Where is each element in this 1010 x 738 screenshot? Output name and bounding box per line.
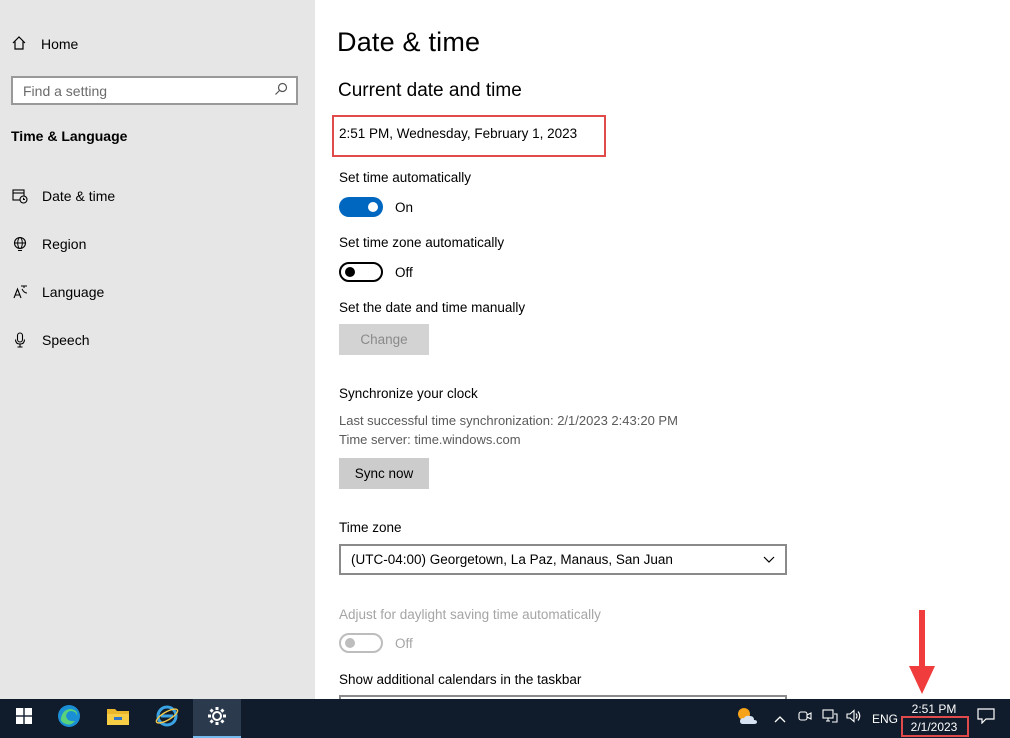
sync-now-button[interactable]: Sync now [339, 458, 429, 489]
set-time-auto-state: On [395, 199, 414, 215]
sidebar-item-date-time[interactable]: Date & time [11, 184, 301, 232]
dst-label: Adjust for daylight saving time automati… [339, 607, 601, 622]
sidebar-item-label: Speech [42, 332, 90, 348]
sidebar-item-label: Region [42, 236, 87, 252]
internet-explorer-button[interactable] [143, 699, 191, 738]
microphone-icon [11, 332, 28, 349]
network-tray[interactable] [822, 699, 838, 738]
weather-tray-button[interactable] [735, 699, 759, 738]
timezone-dropdown[interactable]: (UTC-04:00) Georgetown, La Paz, Manaus, … [339, 544, 787, 575]
file-explorer-icon [106, 706, 130, 731]
set-zone-auto-row: Off [339, 262, 413, 282]
language-indicator[interactable]: ENG [872, 699, 898, 738]
settings-gear-icon [207, 706, 227, 731]
show-hidden-icons[interactable] [774, 699, 786, 738]
meet-now-tray[interactable] [798, 699, 812, 738]
chevron-down-icon [763, 552, 775, 567]
internet-explorer-icon [155, 704, 179, 733]
section-subtitle: Current date and time [338, 80, 522, 101]
page-title: Date & time [337, 27, 481, 57]
camera-icon [798, 709, 812, 728]
change-button[interactable]: Change [339, 324, 429, 355]
file-explorer-button[interactable] [94, 699, 142, 738]
windows-start-icon [16, 708, 32, 729]
action-center-button[interactable] [977, 699, 995, 738]
language-icon [11, 284, 28, 301]
edge-button[interactable] [45, 699, 93, 738]
manual-datetime-label: Set the date and time manually [339, 300, 526, 315]
dst-state: Off [395, 635, 413, 651]
sidebar-item-label: Language [42, 284, 105, 300]
search-icon [274, 82, 288, 99]
search-placeholder: Find a setting [23, 82, 108, 99]
volume-tray[interactable] [846, 699, 862, 738]
edge-icon [57, 704, 81, 733]
sidebar-item-speech[interactable]: Speech [11, 328, 301, 376]
sidebar-item-label: Date & time [42, 188, 116, 204]
calendars-label: Show additional calendars in the taskbar [339, 672, 582, 687]
set-time-auto-label: Set time automatically [339, 170, 472, 185]
home-label: Home [41, 36, 79, 52]
calendar-clock-icon [11, 188, 28, 205]
chevron-up-icon [774, 710, 786, 728]
last-sync-text: Last successful time synchronization: 2/… [339, 413, 678, 428]
start-button[interactable] [0, 699, 48, 738]
taskbar: ENG 2:51 PM 2/1/2023 [0, 699, 1010, 738]
sidebar-item-language[interactable]: Language [11, 280, 301, 328]
set-time-auto-row: On [339, 197, 413, 217]
time-server-text: Time server: time.windows.com [339, 432, 521, 447]
red-arrow-annotation [909, 610, 935, 694]
dst-row: Off [339, 633, 413, 653]
taskbar-time: 2:51 PM [911, 702, 957, 716]
dst-toggle[interactable] [339, 633, 383, 653]
highlight-taskbar-date [901, 716, 969, 737]
set-zone-auto-state: Off [395, 264, 413, 280]
settings-sidebar: Home Find a setting Time & Language Date… [0, 0, 315, 699]
sidebar-item-region[interactable]: Region [11, 232, 301, 280]
weather-icon [735, 706, 759, 731]
home-icon [11, 35, 27, 54]
set-zone-auto-toggle[interactable] [339, 262, 383, 282]
set-time-auto-toggle[interactable] [339, 197, 383, 217]
sync-heading: Synchronize your clock [339, 386, 478, 401]
network-icon [822, 709, 838, 728]
globe-icon [11, 236, 28, 253]
notification-icon [977, 708, 995, 729]
timezone-label: Time zone [339, 520, 402, 535]
speaker-icon [846, 709, 862, 728]
sidebar-nav: Date & time Region Language Speech [11, 184, 301, 376]
settings-main: Date & time Current date and time 2:51 P… [315, 0, 1010, 703]
set-zone-auto-label: Set time zone automatically [339, 235, 505, 250]
current-datetime: 2:51 PM, Wednesday, February 1, 2023 [339, 126, 578, 141]
settings-taskbar-button[interactable] [193, 699, 241, 738]
section-title: Time & Language [11, 128, 128, 144]
home-nav-item[interactable]: Home [11, 33, 78, 55]
timezone-value: (UTC-04:00) Georgetown, La Paz, Manaus, … [351, 552, 673, 567]
search-input[interactable]: Find a setting [11, 76, 298, 105]
